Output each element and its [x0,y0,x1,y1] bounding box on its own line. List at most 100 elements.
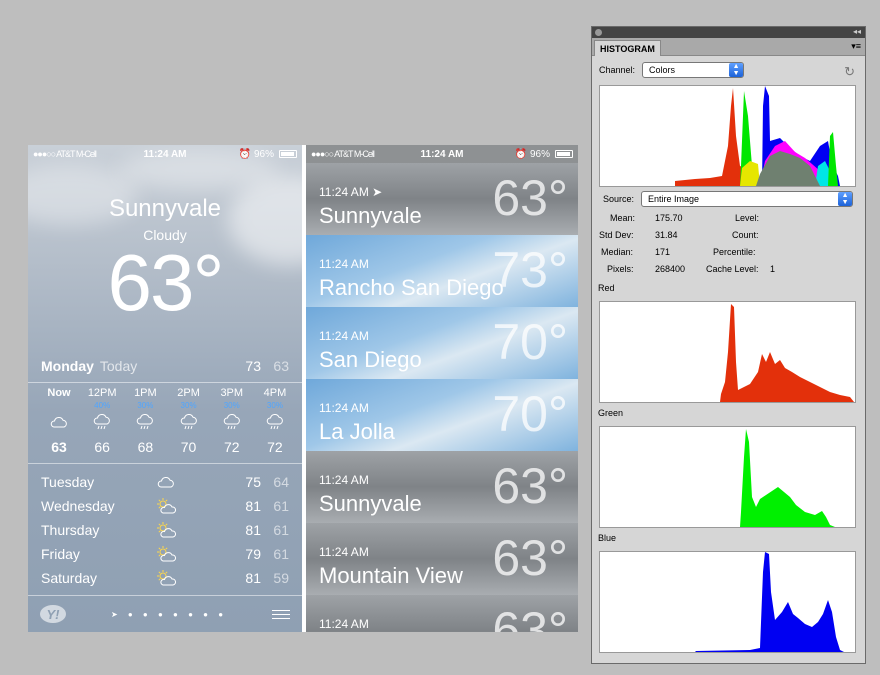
today-label: Today [99,358,138,374]
forecast-day: Friday [41,546,80,562]
collapse-icon[interactable]: ◂◂ [853,27,861,36]
divider [28,463,302,464]
today-low: 63 [273,358,289,374]
carrier-label: ●●●○○ AT&T M-Cell [311,149,375,159]
status-time: 11:24 AM [420,148,464,160]
hourly-forecast[interactable]: Now 63 12PM 40% 66 1PM 30% 68 2PM 30% 70… [38,387,296,455]
forecast-row: Thursday 81 61 [41,518,289,542]
hour-column: 12PM 40% 66 [81,387,123,455]
city-time: 11:24 AM [319,401,369,415]
histogram-panel: ◂◂ HISTOGRAM ▾≡ Channel: Colors ▲ ▼ ↻ Sou… [591,26,866,664]
refresh-icon[interactable]: ↻ [844,64,855,80]
median-label: Median: [601,247,634,257]
rain-cloud-icon [136,411,154,433]
list-icon[interactable] [272,609,290,619]
today-day: Monday [41,358,94,374]
city-card-temp: 73° [492,242,568,298]
city-card-temp: 63° [492,458,568,514]
green-channel-label: Green [598,408,624,418]
city-time: 11:24 AM [319,257,369,271]
carrier-label: ●●●○○ AT&T M-Cell [33,149,97,159]
hour-label: 4PM [263,387,287,399]
today-summary: Monday Today 73 63 [41,358,289,374]
cloud-icon [151,476,181,488]
cloud-icon [50,411,68,433]
forecast-low: 61 [273,498,289,514]
forecast-day: Saturday [41,570,98,586]
cache-level-label: Cache Level: [706,264,759,274]
mean-label: Mean: [610,213,636,223]
precip-chance: 30% [180,401,197,410]
status-bar: ●●●○○ AT&T M-Cell 11:24 AM ⏰ 96% [28,145,302,163]
hour-temp: 63 [51,439,67,455]
city-name: Sunnyvale [108,195,222,222]
city-card[interactable]: 11:24 AM San Diego 70° [306,307,578,379]
forecast-day: Tuesday [41,474,95,490]
green-histogram [599,426,856,528]
panel-titlebar[interactable]: ◂◂ [592,27,865,38]
channel-select[interactable]: Colors ▲ ▼ [642,62,745,78]
composite-histogram [599,85,856,187]
forecast-high: 79 [245,546,261,562]
city-card-name: Sunnyvale [319,203,422,228]
status-bar: ●●●○○ AT&T M-Cell 11:24 AM ⏰ 96% [306,145,578,163]
percentile-label: Percentile: [713,247,756,257]
city-card[interactable]: 11:24 AM 63° [306,595,578,632]
tab-histogram[interactable]: HISTOGRAM [594,40,661,56]
partly-sunny-icon [151,498,181,514]
city-card[interactable]: 11:24 AM Sunnyvale 63° [306,451,578,523]
pixels-value: 268400 [655,264,686,274]
rain-cloud-icon [180,411,198,433]
close-icon[interactable] [595,29,602,36]
partly-sunny-icon [151,522,181,538]
hour-column: 3PM 30% 72 [211,387,253,455]
forecast-low: 59 [273,570,289,586]
page-indicator[interactable]: ➤ ● ● ● ● ● ● ● [111,610,227,619]
city-card-temp: 63° [492,602,568,632]
today-high: 73 [245,358,261,374]
city-card[interactable]: 11:24 AM Rancho San Diego 73° [306,235,578,307]
city-time: 11:24 AM ➤ [319,185,383,199]
stddev-label: Std Dev: [599,230,634,240]
panel-tabbar: HISTOGRAM ▾≡ [592,38,865,56]
weather-detail-screen: ●●●○○ AT&T M-Cell 11:24 AM ⏰ 96% Sunnyva… [28,145,302,632]
hour-column: 4PM 30% 72 [254,387,296,455]
city-card[interactable]: 11:24 AM La Jolla 70° [306,379,578,451]
partly-sunny-icon [151,570,181,586]
divider [28,382,302,383]
city-card-temp: 70° [492,314,568,370]
level-label: Level: [735,213,760,223]
city-card[interactable]: 11:24 AM ➤ Sunnyvale 63° [306,163,578,235]
blue-histogram-graph [695,552,844,652]
city-time: 11:24 AM [319,545,369,559]
forecast-high: 75 [245,474,261,490]
hour-column: Now 63 [38,387,80,455]
forecast-high: 81 [245,498,261,514]
battery-percent: 96% [253,148,274,160]
hour-temp: 66 [94,439,110,455]
forecast-row: Wednesday 81 61 [41,494,289,518]
hour-label: 12PM [87,387,117,399]
rain-cloud-icon [93,411,111,433]
city-time: 11:24 AM [319,617,369,631]
hour-column: 2PM 30% 70 [168,387,210,455]
hour-temp: 72 [267,439,283,455]
chevron-updown-icon: ▲ ▼ [838,192,853,206]
panel-menu-icon[interactable]: ▾≡ [851,41,861,52]
hour-label: 3PM [220,387,244,399]
hour-label: 1PM [134,387,157,399]
channel-label: Channel: [599,65,636,75]
source-select[interactable]: Entire Image ▲ ▼ [641,191,854,207]
forecast-row: Tuesday 75 64 [41,470,289,494]
cache-level-value: 1 [770,264,776,274]
forecast-row: Friday 79 61 [41,542,289,566]
precip-chance: 40% [94,401,111,410]
city-card-temp: 70° [492,386,568,442]
daily-forecast: Tuesday 75 64 Wednesday 81 61 Thursday 8… [41,470,289,590]
battery-icon [279,150,297,158]
city-card[interactable]: 11:24 AM Mountain View 63° [306,523,578,595]
current-temperature: 63° [107,238,225,327]
precip-chance: 30% [223,401,240,410]
city-card-name: Sunnyvale [319,491,422,516]
yahoo-logo[interactable]: Y! [40,605,66,623]
